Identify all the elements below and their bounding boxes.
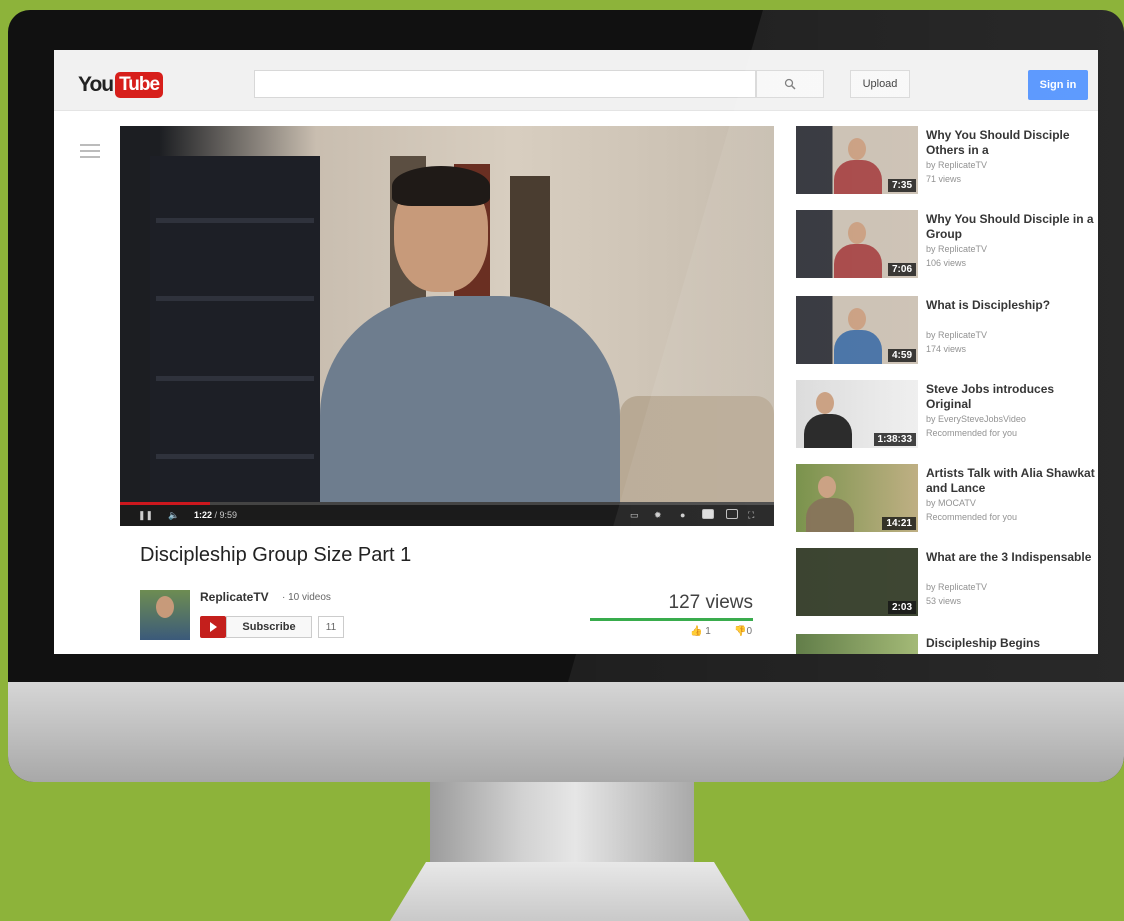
dislike-button[interactable]: 👎0 [734,626,752,637]
dislike-count: 0 [746,626,753,637]
pause-icon[interactable]: ❚❚ [138,508,153,523]
related-video-title[interactable]: Artists Talk with Alia Shawkat and Lance [926,466,1096,496]
channel-name[interactable]: ReplicateTV [200,590,269,604]
like-ratio-bar [590,618,753,621]
monitor-chin [8,682,1124,782]
related-video-item[interactable]: 4:59 What is Discipleship? by ReplicateT… [796,296,1096,376]
related-video-item[interactable]: 1:38:33 Steve Jobs introduces Original b… [796,380,1096,460]
video-thumbnail: 7:35 [796,126,918,194]
video-duration: 7:35 [887,179,916,192]
related-video-item[interactable]: 14:21 Artists Talk with Alia Shawkat and… [796,464,1096,544]
monitor-stand-neck [430,782,694,862]
youtube-logo[interactable]: You Tube [78,72,164,98]
related-video-meta: 53 views [926,596,962,606]
bookshelf-image [150,156,320,502]
volume-icon[interactable]: 🔈 [168,508,179,523]
search-button[interactable] [756,70,824,98]
subscriber-count: 11 [318,616,344,638]
related-video-meta: Recommended for you [926,512,1018,522]
related-video-channel: by MOCATV [926,498,976,508]
related-video-title[interactable]: What are the 3 Indispensable [926,550,1096,565]
related-video-channel: by ReplicateTV [926,160,988,170]
sofa-image [620,396,774,502]
logo-you-text: You [78,73,114,96]
monitor-frame: You Tube Upload Sign in ❚❚ 🔈 1:22 / 9:59… [8,10,1124,782]
logo-tube-text: Tube [115,72,164,98]
thumbs-down-icon: 👎 [734,626,747,637]
monitor-stand-base [390,862,750,921]
video-duration: 14:21 [882,517,916,530]
related-video-title[interactable]: Why You Should Disciple Others in a [926,128,1096,158]
related-video-title[interactable]: Discipleship Begins [926,636,1096,651]
related-video-item[interactable]: 7:06 Why You Should Disciple in a Group … [796,210,1096,290]
video-duration: 7:06 [887,263,916,276]
channel-video-count[interactable]: · 10 videos [282,592,331,603]
related-video-title[interactable]: What is Discipleship? [926,298,1096,313]
related-video-meta: 71 views [926,174,962,184]
small-player-icon[interactable] [702,509,714,519]
sign-in-button[interactable]: Sign in [1028,70,1088,100]
browser-screen: You Tube Upload Sign in ❚❚ 🔈 1:22 / 9:59… [54,50,1098,654]
search-input[interactable] [254,70,756,98]
video-title: Discipleship Group Size Part 1 [140,544,412,566]
video-duration: 2:03 [887,601,916,614]
captions-icon[interactable]: ▭ [630,508,639,523]
related-video-channel: by ReplicateTV [926,244,988,254]
related-video-meta: 106 views [926,258,967,268]
related-video-title[interactable]: Why You Should Disciple in a Group [926,212,1096,242]
masthead: You Tube Upload Sign in [54,50,1098,111]
settings-gear-icon[interactable]: ✹ [654,508,662,523]
like-button[interactable]: 👍 1 [690,626,711,637]
time-display: 1:22 / 9:59 [194,508,237,523]
video-thumbnail: 14:21 [796,464,918,532]
thumbs-up-icon: 👍 [690,626,703,637]
like-count: 1 [705,626,711,637]
video-duration: 4:59 [887,349,916,362]
related-video-channel: by ReplicateTV [926,330,988,340]
youtube-play-icon[interactable] [200,616,226,638]
player-controls: ❚❚ 🔈 1:22 / 9:59 ▭ ✹ ● ⛶ [120,505,774,526]
video-thumbnail: 2:03 [796,548,918,616]
video-frame [120,126,774,502]
duration-time: 9:59 [219,510,238,520]
channel-avatar[interactable] [140,590,190,640]
current-time: 1:22 [194,510,213,520]
related-video-channel: by EverySteveJobsVideo [926,414,1026,424]
related-video-item[interactable]: 7:35 Why You Should Disciple Others in a… [796,126,1096,206]
video-thumbnail: 4:59 [796,296,918,364]
related-video-meta: 174 views [926,344,967,354]
guide-menu-icon[interactable] [80,144,100,162]
upload-button[interactable]: Upload [850,70,910,98]
fullscreen-icon[interactable]: ⛶ [748,508,754,523]
related-video-item[interactable]: Discipleship Begins [796,634,1096,654]
video-player[interactable]: ❚❚ 🔈 1:22 / 9:59 ▭ ✹ ● ⛶ [120,126,774,526]
large-player-icon[interactable] [726,509,738,519]
subscribe-button[interactable]: Subscribe [226,616,312,638]
related-video-item[interactable]: 2:03 What are the 3 Indispensable by Rep… [796,548,1096,628]
search-icon [784,78,796,90]
related-video-meta: Recommended for you [926,428,1018,438]
presenter-hair [392,166,490,206]
related-video-channel: by ReplicateTV [926,582,988,592]
video-thumbnail: 1:38:33 [796,380,918,448]
video-thumbnail [796,634,918,654]
video-duration: 1:38:33 [873,433,916,446]
annotations-icon[interactable]: ● [680,508,685,523]
view-count: 127 views [668,592,754,613]
video-thumbnail: 7:06 [796,210,918,278]
presenter-body [320,296,620,502]
related-video-title[interactable]: Steve Jobs introduces Original [926,382,1096,412]
